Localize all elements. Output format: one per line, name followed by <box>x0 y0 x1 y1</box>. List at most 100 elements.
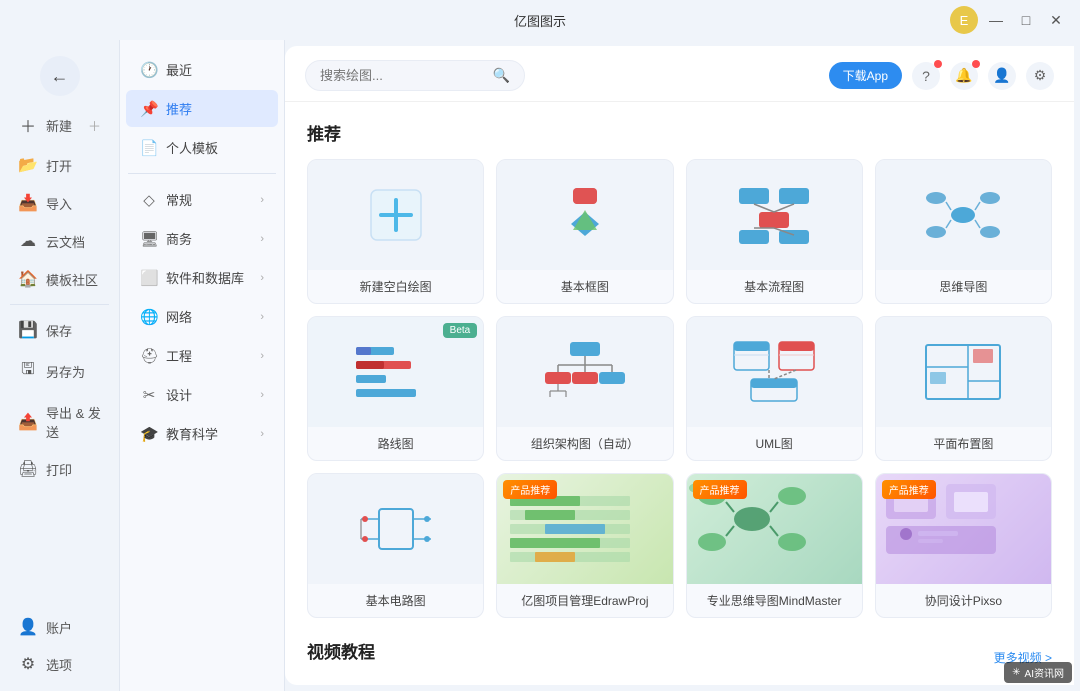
header-actions: 下载App ? 🔔 👤 ⚙ <box>829 62 1054 90</box>
sidebar-item-options[interactable]: ⚙ 选项 <box>6 646 113 682</box>
sidebar-item-print[interactable]: 🖨 打印 <box>6 451 113 487</box>
education-label: 教育科学 <box>166 424 218 443</box>
sidebar-item-saveas[interactable]: 🖫 另存为 <box>6 350 113 393</box>
import-icon: 📥 <box>18 193 38 213</box>
content-scroll[interactable]: 推荐 新建空白绘图 <box>285 102 1074 685</box>
download-button[interactable]: 下载App <box>829 62 902 89</box>
general-icon: ◇ <box>140 191 158 209</box>
template-preview-blank <box>308 160 483 270</box>
template-preview-mindmap <box>876 160 1051 270</box>
gantt-preview: 产品推荐 <box>497 474 672 584</box>
chevron-icon-5: › <box>260 350 264 362</box>
template-label-uml: UML图 <box>749 427 798 460</box>
save-icon: 💾 <box>18 320 38 340</box>
design-label: 设计 <box>166 385 192 404</box>
personal-icon: 📄 <box>140 139 158 157</box>
community-icon: 🏠 <box>18 269 38 289</box>
settings-icon: ⚙ <box>1034 67 1047 84</box>
search-box[interactable]: 🔍 <box>305 60 525 91</box>
recommended-icon: 📌 <box>140 100 158 118</box>
template-label-flow: 基本流程图 <box>738 270 810 303</box>
sidebar-item-save[interactable]: 💾 保存 <box>6 312 113 348</box>
mid-item-general[interactable]: ◇ 常规 › <box>126 181 278 218</box>
template-card-uml[interactable]: UML图 <box>686 316 863 461</box>
template-card-frame[interactable]: 基本框图 <box>496 159 673 304</box>
search-icon: 🔍 <box>493 67 510 84</box>
mid-item-business[interactable]: 🖥 商务 › <box>126 220 278 257</box>
ai-watermark: ✳ AI资讯网 <box>1004 662 1072 683</box>
video-section-title: 视频教程 <box>307 638 375 663</box>
sidebar-item-export[interactable]: 📤 导出 & 发送 <box>6 395 113 449</box>
left-sidebar-bottom: 👤 账户 ⚙ 选项 <box>0 608 119 683</box>
template-label-blank: 新建空白绘图 <box>354 270 438 303</box>
recent-icon: 🕐 <box>140 61 158 79</box>
design-icon: ✂ <box>140 386 158 404</box>
user-button[interactable]: 👤 <box>988 62 1016 90</box>
template-card-org[interactable]: 组织架构图（自动） <box>496 316 673 461</box>
template-preview-flow <box>687 160 862 270</box>
template-label-org: 组织架构图（自动） <box>525 427 645 460</box>
sidebar-item-new[interactable]: ＋ 新建 ＋ <box>6 105 113 145</box>
template-card-edrawproj[interactable]: 产品推荐 <box>496 473 673 618</box>
chevron-icon: › <box>260 194 264 206</box>
template-card-pixso[interactable]: 产品推荐 <box>875 473 1052 618</box>
circuit-svg <box>351 489 441 569</box>
roadmap-svg <box>351 337 441 407</box>
personal-label: 个人模板 <box>166 138 218 157</box>
import-label: 导入 <box>46 194 101 213</box>
template-preview-org <box>497 317 672 427</box>
template-card-blank[interactable]: 新建空白绘图 <box>307 159 484 304</box>
notification-button[interactable]: 🔔 <box>950 62 978 90</box>
template-label-pixso: 协同设计Pixso <box>919 584 1008 617</box>
print-label: 打印 <box>46 460 101 479</box>
template-card-circuit[interactable]: 基本电路图 <box>307 473 484 618</box>
sidebar-item-cloud[interactable]: ☁ 云文档 <box>6 223 113 259</box>
template-card-roadmap[interactable]: Beta 路线图 <box>307 316 484 461</box>
help-button[interactable]: ? <box>912 62 940 90</box>
template-card-flow[interactable]: 基本流程图 <box>686 159 863 304</box>
maximize-button[interactable]: □ <box>1014 8 1038 32</box>
education-icon: 🎓 <box>140 425 158 443</box>
community-label: 模板社区 <box>46 270 101 289</box>
close-button[interactable]: ✕ <box>1044 8 1068 32</box>
cloud-label: 云文档 <box>46 232 101 251</box>
mid-item-engineering[interactable]: ⛑ 工程 › <box>126 337 278 374</box>
mid-item-design[interactable]: ✂ 设计 › <box>126 376 278 413</box>
sidebar-item-account[interactable]: 👤 账户 <box>6 609 113 645</box>
avatar-button[interactable]: E <box>950 6 978 34</box>
software-label: 软件和数据库 <box>166 268 244 287</box>
sidebar-item-import[interactable]: 📥 导入 <box>6 185 113 221</box>
mid-item-recent[interactable]: 🕐 最近 <box>126 51 278 88</box>
software-icon: ⬜ <box>140 269 158 287</box>
uml-svg <box>729 337 819 407</box>
main-container: ← ＋ 新建 ＋ 📂 打开 📥 导入 ☁ 云文档 🏠 模板社区 💾 保存 🖫 <box>0 40 1080 691</box>
mid-item-personal[interactable]: 📄 个人模板 <box>126 129 278 166</box>
template-card-mindmap[interactable]: 思维导图 <box>875 159 1052 304</box>
mid-item-education[interactable]: 🎓 教育科学 › <box>126 415 278 452</box>
network-label: 网络 <box>166 307 192 326</box>
template-card-layout[interactable]: 平面布置图 <box>875 316 1052 461</box>
options-icon: ⚙ <box>18 654 38 674</box>
titlebar: 亿图图示 E — □ ✕ <box>0 0 1080 40</box>
template-label-edrawproj: 亿图项目管理EdrawProj <box>515 584 654 617</box>
options-label: 选项 <box>46 655 101 674</box>
search-input[interactable] <box>320 68 485 83</box>
template-label-roadmap: 路线图 <box>372 427 420 460</box>
template-card-mindmaster[interactable]: 产品推荐 <box>686 473 863 618</box>
minimize-button[interactable]: — <box>984 8 1008 32</box>
mindmap-svg <box>918 180 1008 250</box>
mid-item-recommended[interactable]: 📌 推荐 <box>126 90 278 127</box>
mid-sidebar: 🕐 最近 📌 推荐 📄 个人模板 ◇ 常规 › 🖥 商务 › ⬜ 软件和数据库 … <box>120 40 285 691</box>
settings-button[interactable]: ⚙ <box>1026 62 1054 90</box>
mid-item-software[interactable]: ⬜ 软件和数据库 › <box>126 259 278 296</box>
mindmaster-preview: 产品推荐 <box>687 474 862 584</box>
ai-star-icon: ✳ <box>1012 667 1020 678</box>
sidebar-item-open[interactable]: 📂 打开 <box>6 147 113 183</box>
mid-item-network[interactable]: 🌐 网络 › <box>126 298 278 335</box>
content-area: 🔍 下载App ? 🔔 👤 ⚙ <box>285 46 1074 685</box>
recent-label: 最近 <box>166 60 192 79</box>
template-preview-frame <box>497 160 672 270</box>
back-button[interactable]: ← <box>40 56 80 96</box>
sidebar-item-community[interactable]: 🏠 模板社区 <box>6 261 113 297</box>
beta-badge: Beta <box>443 323 478 338</box>
